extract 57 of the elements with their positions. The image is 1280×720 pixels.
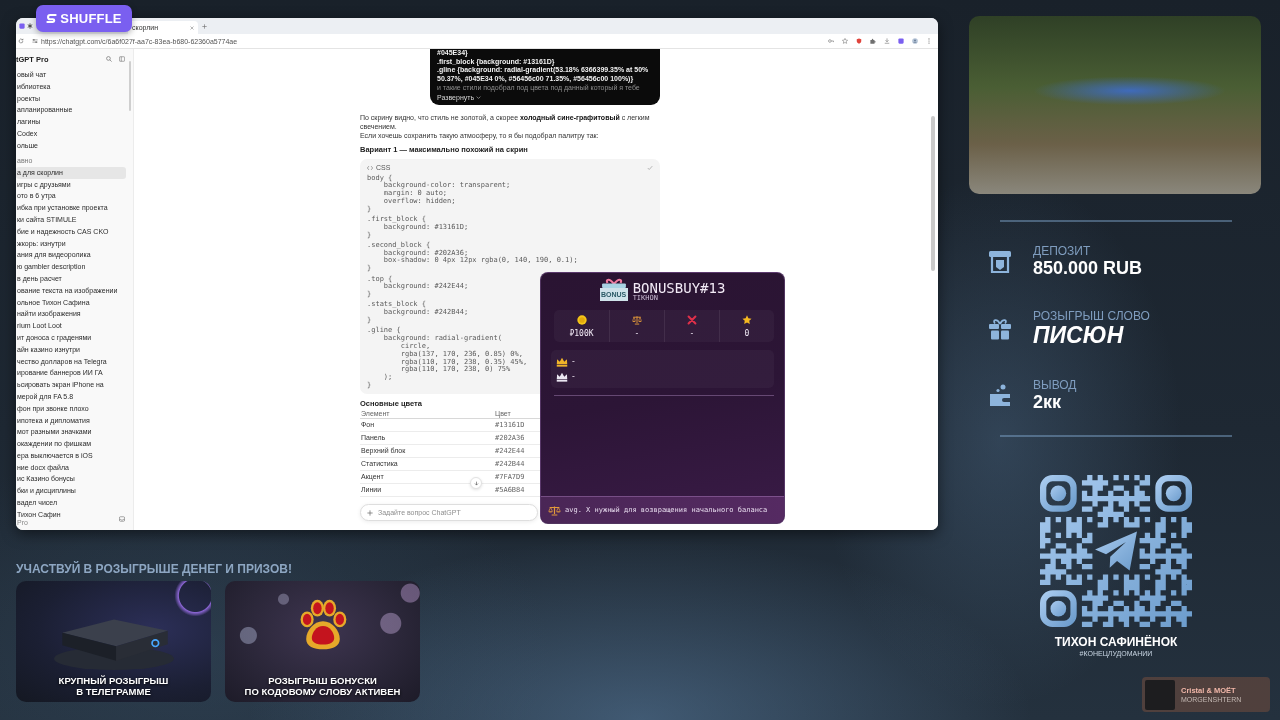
download-icon[interactable] [884, 38, 890, 44]
promo-card[interactable]: КРУПНЫЙ РОЗЫГРЫШ В ТЕЛЕГРАММЕ [16, 581, 211, 702]
scales-icon [548, 504, 561, 516]
scroll-down-button[interactable] [470, 477, 482, 489]
scales-icon [632, 314, 642, 325]
check-icon[interactable] [647, 164, 653, 171]
promo-heading: УЧАСТВУЙ В РОЗЫГРЫШЕ ДЕНЕГ И ПРИЗОВ! [16, 562, 292, 576]
stat-value: 2кк [1033, 392, 1063, 412]
stat-value: 850.000 RUB [1033, 258, 1143, 278]
scrollbar-thumb[interactable] [931, 116, 935, 271]
coin-icon [576, 314, 587, 325]
plus-icon[interactable] [367, 509, 373, 516]
atm-icon [988, 249, 1012, 274]
streamer-name: ТИХОН САФИНЁНОК [1053, 635, 1179, 649]
widget-title: BONUSBUY#13 [632, 281, 726, 295]
close-icon[interactable] [190, 25, 194, 30]
logo-text: SHUFFLE [60, 11, 122, 26]
profile-avatar-icon[interactable] [912, 38, 918, 44]
star-icon[interactable] [842, 38, 848, 44]
sidebar-toggle-icon[interactable] [119, 56, 125, 62]
crown-icon [556, 371, 568, 382]
promo-card[interactable]: РОЗЫГРЫШ БОНУСКИ ПО КОДОВОМУ СЛОВУ АКТИВЕН [225, 581, 420, 702]
chevron-down-icon [476, 94, 482, 100]
promo-caption: РОЗЫГРЫШ БОНУСКИ ПО КОДОВОМУ СЛОВУ АКТИВЕН [243, 676, 402, 697]
gift-bow-icon [600, 278, 627, 288]
cross-icon [687, 314, 697, 325]
site-settings-icon[interactable] [32, 38, 38, 44]
stat-value: ПИСЮН [1033, 323, 1125, 347]
stat-label: РОЗЫГРЫШ СЛОВО [1033, 310, 1150, 323]
leader-value: - [571, 357, 576, 366]
search-icon[interactable] [106, 56, 112, 62]
arrow-down-icon [473, 480, 479, 486]
promo-caption: КРУПНЫЙ РОЗЫГРЫШ В ТЕЛЕГРАММЕ [57, 676, 170, 697]
stat-value: - [689, 328, 695, 338]
stat-label: ВЫВОД [1033, 379, 1077, 392]
asterisk-icon [27, 23, 33, 29]
puzzle-icon[interactable] [870, 38, 876, 44]
tile-icon[interactable] [898, 38, 904, 44]
stat-value: - [634, 328, 640, 338]
gift-icon [988, 316, 1012, 341]
stat-value: 0 [744, 328, 750, 338]
crown-icon [556, 356, 568, 367]
stat-value: ₽100K [569, 328, 594, 338]
code-icon [367, 164, 373, 171]
tile-icon [19, 23, 25, 29]
stat-label: ДЕПОЗИТ [1033, 245, 1092, 258]
reload-icon[interactable] [18, 38, 24, 44]
scrollbar-thumb[interactable] [129, 61, 131, 111]
wallet-icon [988, 383, 1012, 408]
plus-icon[interactable] [202, 23, 207, 29]
shield-icon[interactable] [856, 38, 862, 44]
tray-icon[interactable] [119, 516, 125, 522]
album-cover-placeholder [1145, 679, 1175, 710]
star-icon [742, 314, 752, 325]
logo-mark-icon [46, 13, 58, 24]
leader-value: - [571, 372, 576, 381]
key-icon[interactable] [828, 38, 834, 44]
